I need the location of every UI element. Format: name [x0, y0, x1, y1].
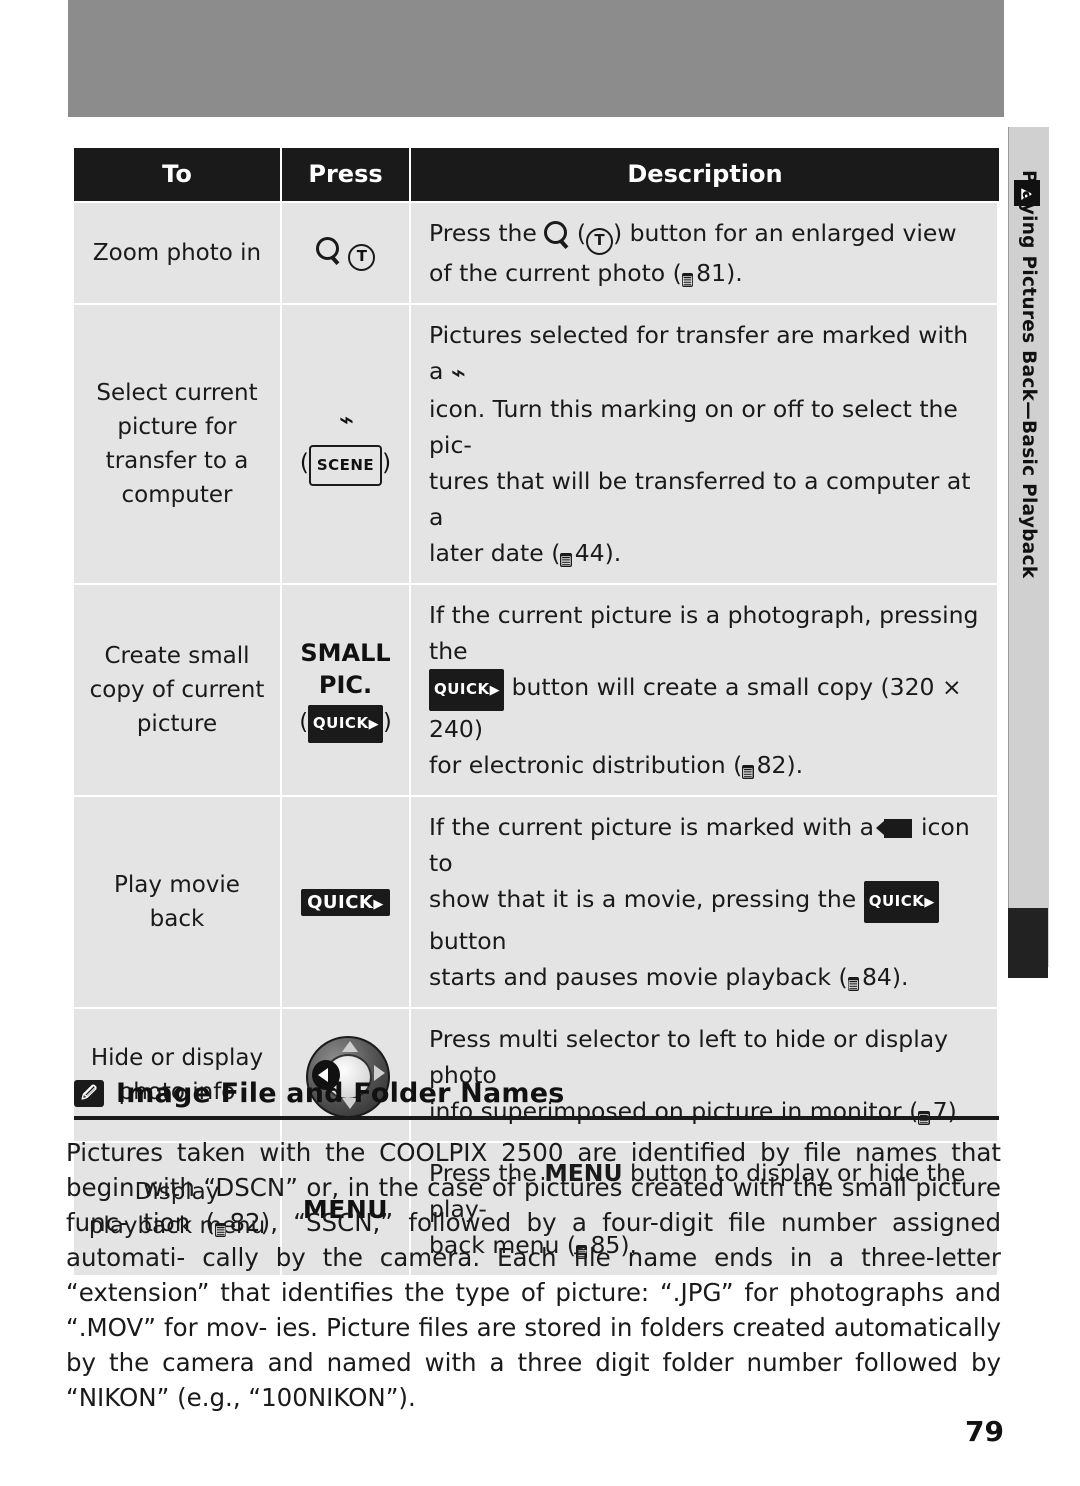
row-transfer-to: Select current picture for transfer to a…: [74, 305, 282, 585]
ref-page: 82: [756, 751, 787, 779]
col-header-description: Description: [411, 148, 999, 203]
row-photoinfo-desc: Press multi selector to left to hide or …: [411, 1009, 999, 1143]
table-row: Play movie back QUICK▶ If the current pi…: [74, 797, 999, 1009]
table-row: Select current picture for transfer to a…: [74, 305, 999, 585]
magnifier-icon: [544, 221, 568, 244]
row-smallpic-desc: If the current picture is a photograph, …: [411, 585, 999, 797]
heading-rule: [74, 1116, 999, 1120]
scene-button-icon: SCENE: [308, 444, 383, 486]
row-smallpic-to: Create small copy of current picture: [74, 585, 282, 797]
table-header-row: To Press Description: [74, 148, 999, 203]
col-header-press: Press: [282, 148, 411, 203]
page-number: 79: [965, 1415, 1004, 1448]
row-zoom-desc: Press the (T) button for an enlarged vie…: [411, 203, 999, 305]
copy-size: 320 × 240: [429, 673, 962, 743]
row-zoom-press: T: [282, 203, 411, 305]
row-movie-desc: If the current picture is marked with a …: [411, 797, 999, 1009]
row-transfer-press: ⌁ (SCENE): [282, 305, 411, 585]
book-ref-icon: ▤: [215, 1223, 227, 1237]
small-pic-label: SMALL PIC.: [300, 639, 391, 699]
table-row: Zoom photo in T Press the (T) button for…: [74, 203, 999, 305]
book-ref-icon: ▤: [681, 273, 694, 287]
row-transfer-desc: Pictures selected for transfer are marke…: [411, 305, 999, 585]
quick-play-button-icon: QUICK▶: [429, 669, 505, 711]
table-row: Create small copy of current picture SMA…: [74, 585, 999, 797]
body-paragraph: Pictures taken with the COOLPIX 2500 are…: [66, 1138, 1001, 1412]
book-ref-icon: ▤: [847, 977, 859, 991]
ref-page: 44: [574, 539, 605, 567]
row-zoom-to: Zoom photo in: [74, 203, 282, 305]
section-body: Pictures taken with the COOLPIX 2500 are…: [66, 1135, 1001, 1415]
book-ref-icon: ▤: [560, 553, 572, 567]
ref-page: 84: [861, 963, 892, 991]
table-row: Hide or display photo info Press multi s…: [74, 1009, 999, 1143]
quick-play-button-icon: QUICK▶: [301, 888, 390, 916]
quick-play-button-icon: QUICK▶: [863, 881, 939, 923]
magnifier-icon: [315, 237, 339, 260]
row-photoinfo-to: Hide or display photo info: [74, 1009, 282, 1143]
ref-page: 81: [696, 259, 727, 287]
tele-button-icon: T: [586, 228, 613, 255]
tele-button-icon: T: [348, 244, 376, 271]
section-heading: 🖉 Image File and Folder Names: [74, 1078, 999, 1120]
page-header-band: [68, 0, 1004, 117]
side-tab-marker: [1008, 908, 1048, 978]
row-movie-press: QUICK▶: [282, 797, 411, 1009]
col-header-to: To: [74, 148, 282, 203]
book-ref-icon: ▤: [742, 765, 754, 779]
row-photoinfo-press: [282, 1009, 411, 1143]
transfer-mark-icon: ⌁: [450, 358, 466, 387]
transfer-mark-icon: ⌁: [338, 404, 354, 434]
row-smallpic-press: SMALL PIC. (QUICK▶): [282, 585, 411, 797]
quick-play-button-icon: QUICK▶: [307, 705, 384, 743]
side-tab-label: Playing Pictures Back—Basic Playback: [1018, 170, 1039, 579]
movie-icon: [875, 819, 912, 838]
row-movie-to: Play movie back: [74, 797, 282, 1009]
note-icon: 🖉: [74, 1080, 104, 1107]
page-title: Image File and Folder Names: [116, 1078, 565, 1109]
